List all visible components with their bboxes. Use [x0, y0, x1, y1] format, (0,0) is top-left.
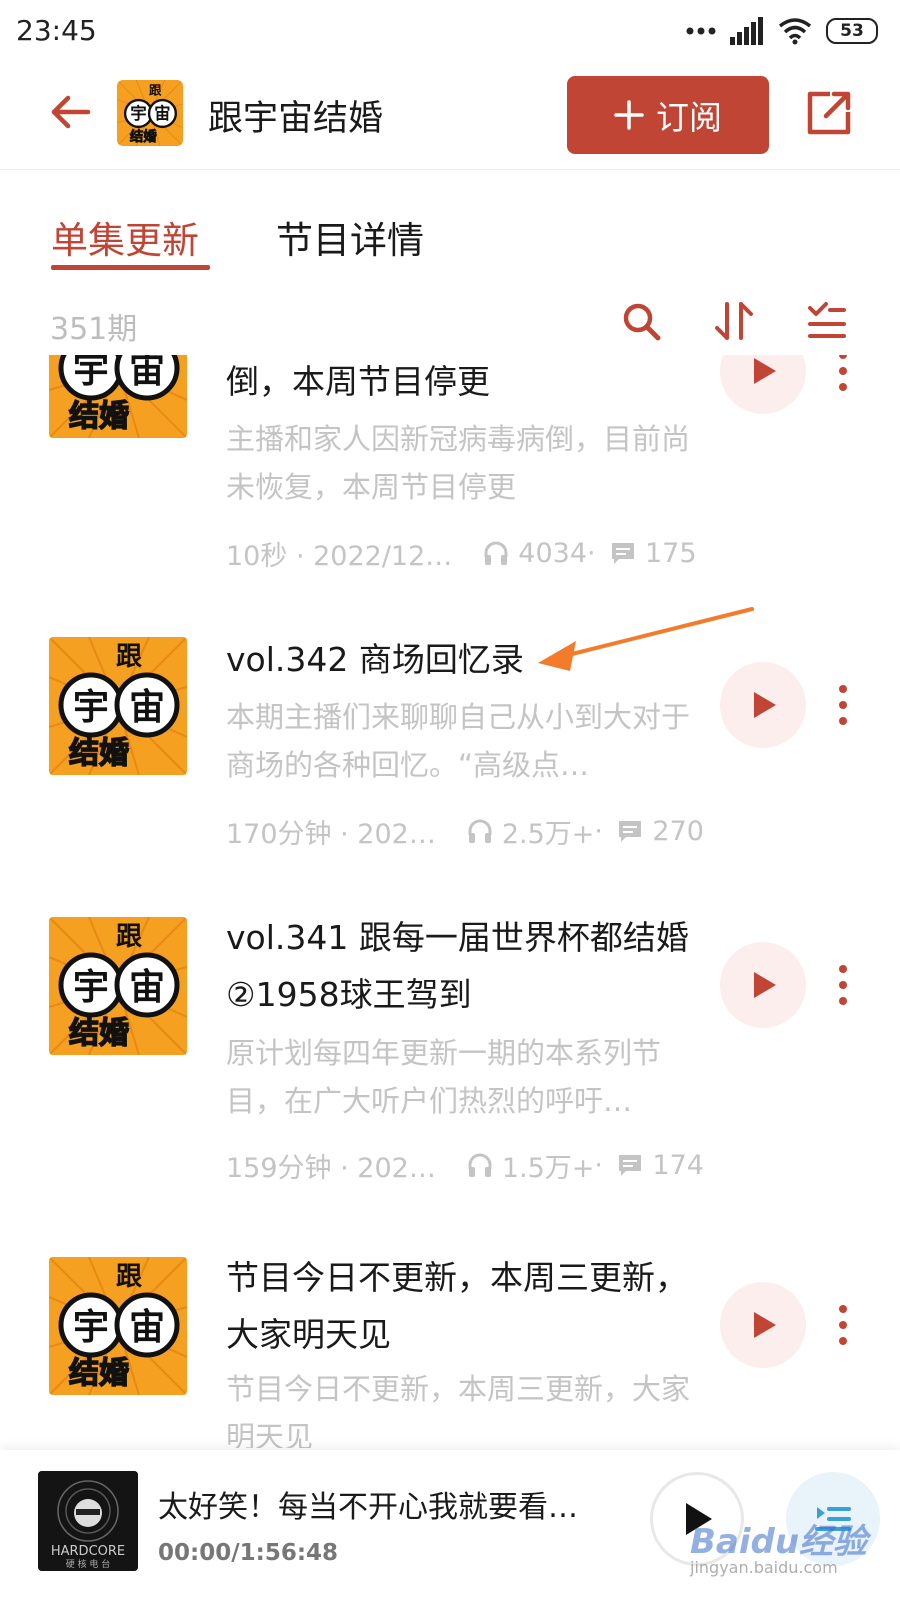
episode-comments: 270 [652, 815, 704, 847]
episode-title: 节目今日不更新，本周三更新，大家明天见 [226, 1258, 688, 1354]
episode-meta: 10秒 · 2022/12… 4034 · 175 [226, 533, 697, 573]
episode-duration-date: 159分钟 · 202… [226, 1152, 436, 1184]
player-cover[interactable]: HARDCORE 硬 核 电 台 [38, 1471, 138, 1571]
svg-text:结婚: 结婚 [69, 1356, 129, 1391]
headphones-icon [468, 819, 492, 843]
svg-text:结婚: 结婚 [69, 1016, 129, 1051]
page-title: 跟宇宙结婚 [208, 99, 384, 139]
list-item[interactable]: 宇 宙 跟 结婚 vol.342 商场回忆录 本期主播们来聊聊自己从小到大对于商… [0, 625, 900, 895]
play-icon [754, 1312, 776, 1338]
svg-text:跟: 跟 [116, 922, 142, 952]
episode-meta: 170分钟 · 202… 2.5万+ · 270 [226, 811, 704, 851]
comment-icon [619, 1155, 642, 1176]
svg-text:宙: 宙 [154, 104, 170, 123]
header: 宇 宙 跟 结婚 跟宇宙结婚 订阅 [0, 62, 900, 170]
episode-count: 351期 [50, 312, 138, 347]
tab-episodes[interactable]: 单集更新 [51, 210, 199, 264]
tab-active-indicator [51, 265, 210, 270]
svg-text:结婚: 结婚 [130, 128, 157, 145]
episode-description: 本期主播们来聊聊自己从小到大对于商场的各种回忆。“高级点… [226, 700, 691, 782]
filter-icon[interactable] [806, 300, 848, 342]
play-button[interactable] [720, 1282, 806, 1368]
tab-details[interactable]: 节目详情 [276, 210, 424, 264]
subscribe-label: 订阅 [656, 98, 722, 137]
back-arrow-icon[interactable] [48, 90, 92, 134]
headphones-icon [468, 1153, 492, 1177]
episode-cover: 宇 宙 跟 结婚 [49, 637, 187, 775]
svg-text:结婚: 结婚 [69, 399, 129, 434]
episode-description: 节目今日不更新，本周三更新，大家明天见 [226, 1372, 691, 1448]
player-title: 太好笑！每当不开心我就要看… [158, 1490, 578, 1525]
search-icon[interactable] [620, 300, 662, 342]
svg-text:跟: 跟 [116, 1262, 142, 1292]
comment-icon [619, 821, 642, 842]
episode-title: vol.341 跟每一届世界杯都结婚②1958球王驾到 [226, 918, 689, 1014]
dots-icon [686, 27, 716, 35]
play-button[interactable] [720, 355, 806, 414]
svg-text:跟: 跟 [116, 642, 142, 672]
mini-player[interactable]: HARDCORE 硬 核 电 台 太好笑！每当不开心我就要看… 00:00/1:… [0, 1450, 900, 1600]
play-icon [754, 692, 776, 718]
svg-text:宙: 宙 [129, 687, 165, 728]
episode-plays: 1.5万+ [501, 1152, 595, 1184]
annotation-arrow-icon [538, 607, 754, 671]
svg-text:宙: 宙 [129, 355, 165, 391]
play-icon [754, 972, 776, 998]
podcast-cover: 宇 宙 跟 结婚 [117, 80, 183, 146]
episode-meta: 159分钟 · 202… 1.5万+ · 174 [226, 1145, 704, 1185]
svg-text:结婚: 结婚 [69, 736, 129, 771]
episode-comments: 174 [652, 1149, 704, 1181]
episode-duration-date: 170分钟 · 202… [226, 818, 436, 850]
svg-text:宙: 宙 [129, 1307, 165, 1348]
plus-icon [614, 100, 644, 130]
wifi-icon [778, 18, 812, 45]
episode-cover: 宇 宙 跟 结婚 [49, 1257, 187, 1395]
subscribe-button[interactable]: 订阅 [567, 76, 769, 154]
svg-text:硬 核 电 台: 硬 核 电 台 [66, 1558, 111, 1570]
more-icon[interactable] [836, 1303, 850, 1347]
episode-description: 原计划每四年更新一期的本系列节目，在广大听户们热烈的呼吁… [226, 1036, 662, 1118]
episode-cover: 宇 宙 跟 结婚 [49, 355, 187, 438]
more-icon[interactable] [836, 355, 850, 393]
svg-text:宇: 宇 [73, 355, 109, 391]
episode-comments: 175 [645, 537, 697, 569]
share-icon[interactable] [804, 88, 854, 138]
watermark-url: jingyan.baidu.com [690, 1558, 838, 1577]
episode-title: 倒，本周节目停更 [226, 362, 490, 401]
list-item[interactable]: 宇 宙 跟 结婚 vol.341 跟每一届世界杯都结婚②1958球王驾到 原计划… [0, 905, 900, 1225]
headphones-icon [484, 541, 508, 565]
play-button[interactable] [720, 942, 806, 1028]
signal-icon [730, 17, 763, 45]
episode-cover: 宇 宙 跟 结婚 [49, 917, 187, 1055]
watermark-brand: Baidu经验 [690, 1522, 868, 1562]
svg-text:跟: 跟 [149, 82, 162, 97]
svg-text:HARDCORE: HARDCORE [51, 1544, 125, 1559]
more-icon[interactable] [836, 963, 850, 1007]
episode-duration-date: 10秒 · 2022/12… [226, 540, 453, 572]
player-cover-art: HARDCORE 硬 核 电 台 [38, 1471, 138, 1571]
play-icon [754, 358, 776, 384]
list-item[interactable]: 宇 宙 跟 结婚 倒，本周节目停更 主播和家人因新冠病毒病倒，目前尚未恢复，本周… [0, 355, 900, 595]
svg-text:宇: 宇 [130, 104, 146, 123]
svg-text:宙: 宙 [129, 967, 165, 1008]
sort-icon[interactable] [713, 300, 755, 342]
episode-plays: 2.5万+ [501, 818, 595, 850]
status-bar: 23:45 53 [0, 0, 900, 62]
more-icon[interactable] [836, 683, 850, 727]
battery-icon: 53 [826, 18, 878, 44]
status-time: 23:45 [16, 14, 97, 47]
svg-text:宇: 宇 [73, 1307, 109, 1348]
episode-plays: 4034 [518, 537, 587, 569]
list-item[interactable]: 宇 宙 跟 结婚 节目今日不更新，本周三更新，大家明天见 节目今日不更新，本周三… [0, 1245, 900, 1448]
episode-list[interactable]: 宇 宙 跟 结婚 倒，本周节目停更 主播和家人因新冠病毒病倒，目前尚未恢复，本周… [0, 355, 900, 1448]
player-time: 00:00/1:56:48 [158, 1540, 339, 1566]
svg-text:宇: 宇 [73, 687, 109, 728]
svg-text:宇: 宇 [73, 967, 109, 1008]
episode-description: 主播和家人因新冠病毒病倒，目前尚未恢复，本周节目停更 [226, 422, 691, 504]
comment-icon [612, 543, 634, 564]
